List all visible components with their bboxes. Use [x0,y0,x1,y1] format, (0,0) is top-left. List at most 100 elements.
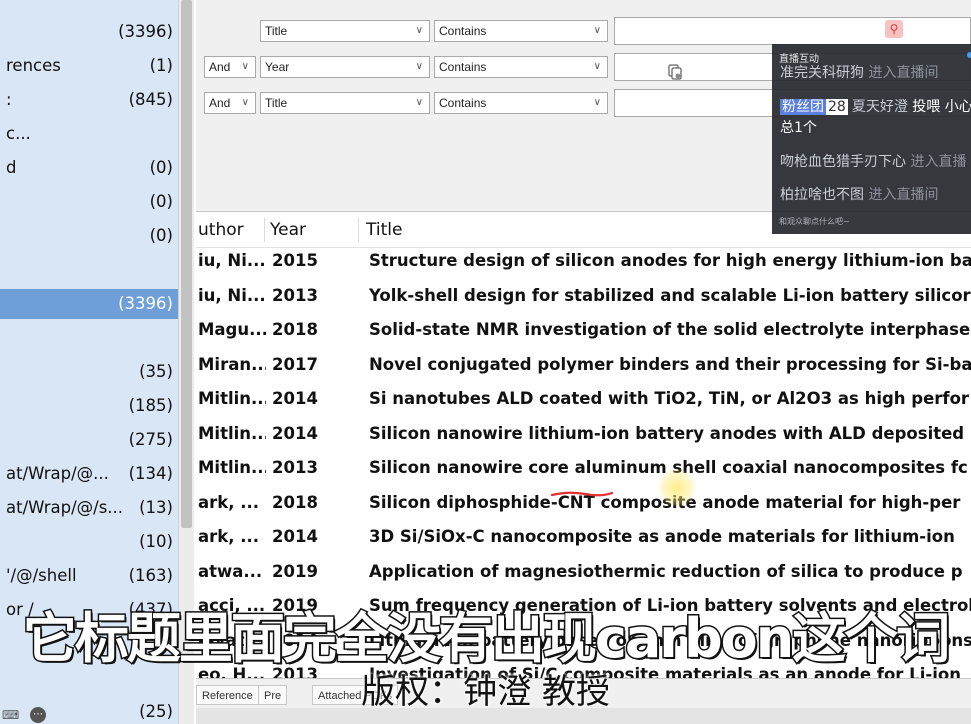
cell-title: Silicon nanowire lithium-ion battery ano… [369,423,965,443]
search-field-select[interactable]: Year ∨ [260,56,430,78]
fan-club-badge: 粉丝团 [780,99,826,115]
sidebar-item-count: (845) [128,90,173,109]
sidebar-item-count: (275) [128,430,173,449]
table-row[interactable]: ark, ... 2014 3D Si/SiOx-C nanocomposite a… [196,520,971,555]
copy-icon[interactable] [666,63,684,81]
field-value: Year [265,60,290,74]
fan-level-badge: 28 [826,99,848,115]
column-header-year[interactable]: Year [270,212,306,248]
chat-message: 吻枪血色猎手刃下心 进入直播 [780,154,967,170]
cell-year: 2018 [272,320,318,339]
sidebar-group-item[interactable]: (0) [0,187,178,217]
cell-year: 2013 [272,285,318,305]
chevron-down-icon: ∨ [415,97,423,108]
sidebar-item-count: (0) [149,158,173,177]
copyright-caption: 版权：钟澄 教授 [361,672,610,712]
search-operator-select[interactable]: Contains ∨ [434,56,608,78]
cell-year: 2018 [272,492,318,512]
search-icon[interactable]: ⚲ [885,20,903,38]
sidebar-group-item[interactable]: '/@/shell (163) [0,561,178,591]
cell-year: 2015 [272,251,318,270]
column-header-author[interactable]: uthor [198,212,244,248]
sidebar-item-label: '/@/shell [6,566,77,585]
sidebar-group-item[interactable]: (10) [0,527,178,557]
sidebar-group-item[interactable]: (3396) [0,289,178,319]
operator-value: Contains [439,24,487,38]
sidebar-item-label: d [6,158,17,177]
sidebar-item-count: (35) [139,362,173,381]
field-value: Title [265,24,288,38]
sidebar-scrollbar-thumb[interactable] [181,0,192,528]
subtitle-caption: 它标题里面完全没有出现carbon这个词 [21,606,951,672]
cell-year: 2014 [272,527,318,546]
cell-author: Magu... [198,320,266,339]
table-row[interactable]: Miran... 2017 Novel conjugated polymer bin… [196,348,971,383]
cell-year: 2014 [272,423,318,443]
table-row[interactable]: atwa... 2019 Application of magnesiothermi… [196,555,971,590]
cell-author: Mitlin... [198,458,266,477]
sidebar-group-item[interactable]: rences (1) [0,51,178,81]
cell-author: ark, ... [198,492,260,512]
sidebar-group-item[interactable]: (0) [0,221,178,251]
chat-input-hint[interactable]: 和观众聊点什么吧~ [779,216,850,227]
cell-author: Mitlin... [198,389,266,408]
column-header-title[interactable]: Title [366,212,402,248]
connector-value: And [209,60,231,74]
sidebar-group-item[interactable]: c... [0,119,178,149]
cursor-highlight [658,469,696,507]
sidebar-group-item[interactable]: : (845) [0,85,178,115]
sidebar-group-item[interactable]: (35) [0,357,178,387]
search-operator-select[interactable]: Contains ∨ [434,20,608,42]
sidebar-item-count: (134) [128,464,173,483]
sidebar-item-label: at/Wrap/@/s... [6,498,124,517]
search-connector-select[interactable]: And ∨ [204,92,256,114]
cell-year: 2019 [272,561,318,581]
cell-title: Solid-state NMR investigation of the sol… [369,320,971,339]
field-value: Title [265,96,288,110]
sidebar-group-item[interactable]: d (0) [0,153,178,183]
table-row[interactable]: iu, Ni... 2013 Yolk-shell design for stabi… [196,279,971,314]
cell-author: Miran... [198,354,266,374]
search-operator-select[interactable]: Contains ∨ [434,92,608,114]
cell-title: 3D Si/SiOx-C nanocomposite as anode mate… [369,527,955,546]
chevron-down-icon: ∨ [593,97,601,108]
cell-author: Mitlin... [198,423,266,443]
chevron-down-icon: ∨ [415,61,423,72]
sidebar-item-count: (185) [128,396,173,415]
sidebar-item-count: (3396) [118,294,173,313]
table-row[interactable]: Mitlin... 2014 Si nanotubes ALD coated wit… [196,382,971,417]
live-chat-overlay: 直播互动 准完关科研狗 进入直播间 粉丝团 28 夏天好澄 投喂 小心 总1个 吻枪… [772,44,971,234]
cell-year: 2013 [272,458,318,477]
table-row[interactable]: Mitlin... 2014 Silicon nanowire lithium-io… [196,417,971,452]
live-indicator-dot [967,52,971,58]
cell-title: Structure design of silicon anodes for h… [369,251,971,270]
chat-message: 准完关科研狗 进入直播间 [780,65,939,81]
search-value-input[interactable] [614,17,971,45]
cell-year: 2014 [272,389,318,408]
operator-value: Contains [439,96,487,110]
table-row[interactable]: Magu... 2018 Solid-state NMR investigation… [196,313,971,348]
sidebar-group-item[interactable]: (275) [0,425,178,455]
table-row[interactable]: iu, Ni... 2015 Structure design of silicon… [196,244,971,279]
sidebar-group-item[interactable]: at/Wrap/@... (134) [0,459,178,489]
sidebar-item-count: (163) [128,566,173,585]
chevron-down-icon: ∨ [415,25,423,36]
chat-message: 柏拉啥也不图 进入直播间 [780,187,939,203]
sidebar-group-item[interactable]: at/Wrap/@/s... (13) [0,493,178,523]
table-row[interactable]: Mitlin... 2013 Silicon nanowire core alumi… [196,451,971,486]
sidebar-group-item[interactable]: (3396) [0,17,178,47]
search-connector-select[interactable]: And ∨ [204,56,256,78]
cell-title: Novel conjugated polymer binders and the… [369,354,971,374]
sidebar-group-item[interactable] [0,323,178,353]
sidebar-group-item[interactable] [0,255,178,285]
sidebar-group-item[interactable]: (185) [0,391,178,421]
connector-value: And [209,96,231,110]
chevron-down-icon: ∨ [241,97,249,108]
sidebar-item-count: (3396) [118,22,173,41]
cell-author: iu, Ni... [198,251,266,270]
cell-title: Si nanotubes ALD coated with TiO2, TiN, … [369,389,970,408]
cell-author: atwa... [198,561,263,581]
search-field-select[interactable]: Title ∨ [260,92,430,114]
chevron-down-icon: ∨ [593,61,601,72]
search-field-select[interactable]: Title ∨ [260,20,430,42]
